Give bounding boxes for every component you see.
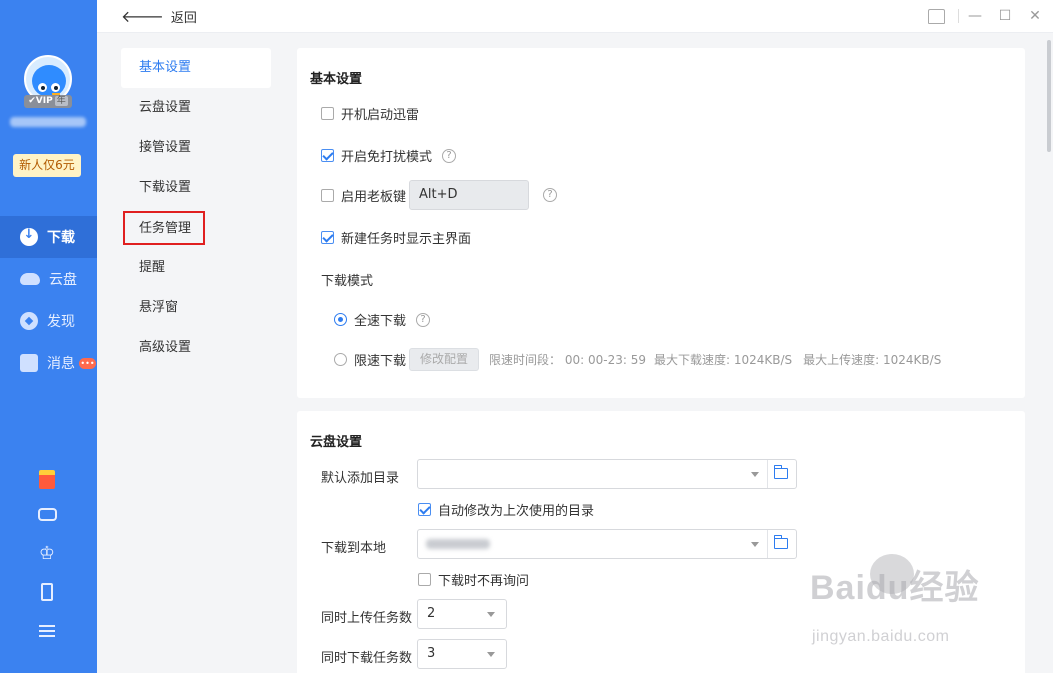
settings-nav-reminder[interactable]: 提醒: [121, 248, 271, 288]
no-ask-checkbox[interactable]: [418, 573, 431, 586]
menu-icon[interactable]: [37, 621, 57, 641]
crown-icon[interactable]: ♔: [37, 543, 57, 564]
red-packet-icon[interactable]: [37, 469, 57, 489]
upload-tasks-select[interactable]: 2: [417, 599, 507, 629]
max-upload-speed-text: 最大上传速度: 1024KB/S: [803, 353, 942, 367]
close-icon[interactable]: ✕: [1025, 6, 1045, 26]
chevron-down-icon: [751, 542, 759, 547]
no-ask-option[interactable]: 下载时不再询问: [418, 570, 529, 589]
show-main-checkbox[interactable]: [321, 231, 334, 244]
upload-tasks-value: 2: [427, 606, 436, 621]
basic-settings-title: 基本设置: [310, 72, 363, 87]
skin-icon[interactable]: [926, 6, 946, 26]
boss-key-checkbox[interactable]: [321, 188, 334, 202]
autostart-label: 开机启动迅雷: [341, 108, 420, 123]
boss-key-option[interactable]: 启用老板键 Alt+D ?: [321, 180, 558, 210]
show-main-label: 新建任务时显示主界面: [341, 232, 472, 247]
dnd-help-icon[interactable]: ?: [442, 148, 457, 163]
titlebar-separator: [958, 9, 959, 23]
app-sidebar: ✔VIP年 新人仅6元 下载 云盘 发现 消息 ••• ♔: [0, 0, 97, 673]
download-icon: [20, 227, 38, 246]
auto-modify-checkbox[interactable]: [418, 503, 431, 516]
autostart-checkbox[interactable]: [321, 107, 334, 120]
chevron-down-icon: [751, 472, 759, 477]
download-local-label: 下载到本地: [321, 541, 387, 556]
download-tasks-select[interactable]: 3: [417, 639, 507, 669]
nav-messages[interactable]: 消息 •••: [0, 342, 97, 384]
auto-modify-label: 自动修改为上次使用的目录: [438, 504, 595, 519]
settings-nav-task-management[interactable]: 任务管理: [123, 211, 205, 245]
settings-nav-cloud[interactable]: 云盘设置: [121, 88, 271, 128]
folder-icon[interactable]: [774, 465, 788, 479]
auto-modify-option[interactable]: 自动修改为上次使用的目录: [418, 500, 594, 519]
boss-key-help-icon[interactable]: ?: [543, 188, 558, 202]
chevron-down-icon: [487, 652, 495, 657]
phone-icon[interactable]: [37, 582, 57, 602]
cloud-settings-title: 云盘设置: [310, 435, 363, 450]
scrollbar[interactable]: [1047, 40, 1051, 152]
limited-speed-label: 限速下载: [354, 354, 407, 369]
nav-download[interactable]: 下载: [0, 216, 97, 258]
folder-icon[interactable]: [774, 535, 788, 549]
username-blurred: [10, 117, 86, 127]
chevron-down-icon: [487, 612, 495, 617]
dnd-label: 开启免打扰模式: [341, 150, 433, 165]
baidu-watermark: Baidu经验 jingyan.baidu.com: [810, 554, 1010, 660]
download-tasks-value: 3: [427, 646, 436, 661]
full-speed-label: 全速下载: [354, 314, 407, 329]
compass-icon: [20, 312, 38, 330]
boss-key-input[interactable]: Alt+D: [409, 180, 530, 210]
nav-cloud[interactable]: 云盘: [0, 258, 97, 300]
default-dir-label: 默认添加目录: [321, 471, 400, 486]
dnd-checkbox[interactable]: [321, 149, 334, 162]
settings-nav-advanced[interactable]: 高级设置: [121, 328, 271, 368]
watermark-url: jingyan.baidu.com: [812, 628, 950, 645]
upload-tasks-label: 同时上传任务数: [321, 611, 413, 626]
message-icon: [20, 354, 38, 372]
nav-cloud-label: 云盘: [49, 272, 77, 288]
back-button[interactable]: 🡐 返回: [121, 7, 197, 26]
nav-download-label: 下载: [47, 230, 75, 246]
settings-nav: 基本设置 云盘设置 接管设置 下载设置 任务管理 提醒 悬浮窗 高级设置: [97, 33, 283, 673]
nav-discover[interactable]: 发现: [0, 300, 97, 342]
settings-nav-download[interactable]: 下载设置: [121, 168, 271, 208]
watermark-logo: Baidu经验: [810, 569, 980, 607]
settings-nav-floating-window[interactable]: 悬浮窗: [121, 288, 271, 328]
modify-config-button[interactable]: 修改配置: [409, 348, 480, 371]
nav-messages-label: 消息: [47, 356, 75, 372]
boss-key-label: 启用老板键: [341, 189, 407, 205]
no-ask-label: 下载时不再询问: [438, 574, 530, 589]
blurred-path: [426, 539, 490, 549]
back-arrow-icon: 🡐: [121, 7, 164, 26]
maximize-icon[interactable]: ☐: [995, 6, 1015, 26]
show-main-option[interactable]: 新建任务时显示主界面: [321, 228, 471, 247]
avatar-bird-icon: [32, 65, 66, 98]
full-speed-option[interactable]: 全速下载 ?: [334, 310, 431, 329]
max-download-speed-text: 最大下载速度: 1024KB/S: [653, 353, 793, 367]
download-tasks-label: 同时下载任务数: [321, 651, 413, 666]
vip-badge: ✔VIP 年: [24, 95, 72, 108]
dnd-option[interactable]: 开启免打扰模式 ?: [321, 146, 457, 165]
gamepad-icon[interactable]: [37, 504, 57, 524]
full-speed-help-icon[interactable]: ?: [416, 312, 431, 327]
limited-speed-radio[interactable]: [334, 353, 347, 366]
limited-speed-option[interactable]: 限速下载 修改配置 限速时间段： 00: 00-23: 59 最大下载速度: 1…: [334, 348, 941, 371]
cloud-icon: [20, 273, 40, 285]
settings-nav-basic[interactable]: 基本设置: [121, 48, 271, 88]
promo-button[interactable]: 新人仅6元: [13, 154, 81, 177]
message-badge: •••: [79, 357, 96, 369]
limit-period-text: 限速时间段： 00: 00-23: 59: [489, 353, 646, 367]
default-dir-select[interactable]: [417, 459, 797, 489]
back-label: 返回: [170, 10, 197, 26]
full-speed-radio[interactable]: [334, 313, 347, 326]
download-mode-label: 下载模式: [321, 274, 374, 289]
nav-discover-label: 发现: [47, 314, 75, 330]
settings-nav-takeover[interactable]: 接管设置: [121, 128, 271, 168]
minimize-icon[interactable]: —: [965, 6, 985, 26]
basic-settings-panel: 基本设置 开机启动迅雷 开启免打扰模式 ? 启用老板键 Alt+D ? 新建任务…: [297, 48, 1025, 398]
autostart-option[interactable]: 开机启动迅雷: [321, 104, 419, 123]
download-local-select[interactable]: [417, 529, 797, 559]
title-bar: 🡐 返回 — ☐ ✕: [97, 0, 1053, 33]
